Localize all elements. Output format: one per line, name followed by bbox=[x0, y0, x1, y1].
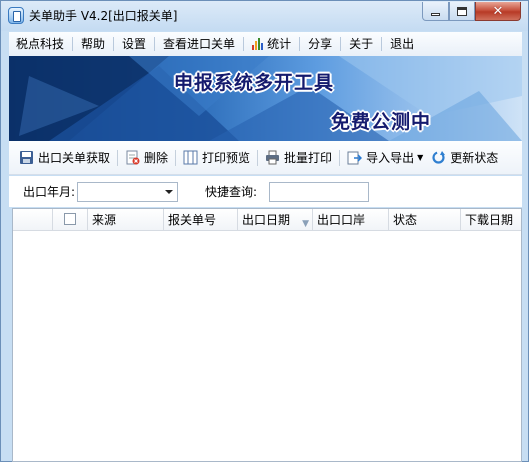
import-export-label: 导入导出 bbox=[366, 151, 415, 165]
export-month-label: 出口年月: bbox=[23, 185, 76, 199]
column-header-export-port[interactable]: 出口口岸 bbox=[313, 209, 389, 231]
promo-banner[interactable]: 申报系统多开工具 免费公测中 bbox=[9, 56, 522, 141]
refresh-icon bbox=[431, 150, 446, 165]
print-preview-button[interactable]: 打印预览 bbox=[179, 147, 254, 169]
menu-item-exit[interactable]: 退出 bbox=[383, 34, 421, 54]
import-export-icon bbox=[347, 150, 363, 165]
menu-separator bbox=[113, 37, 115, 51]
save-disk-icon bbox=[19, 150, 34, 165]
filter-icon[interactable]: ▼ bbox=[302, 213, 309, 231]
close-icon: ✕ bbox=[492, 3, 504, 19]
export-month-select[interactable] bbox=[77, 181, 179, 202]
app-icon bbox=[8, 7, 24, 24]
fetch-export-label: 出口关单获取 bbox=[38, 151, 111, 165]
maximize-button[interactable] bbox=[449, 2, 475, 21]
export-date-label: 出口日期 bbox=[242, 213, 291, 227]
bar-chart-icon bbox=[252, 38, 264, 50]
row-indicator-header bbox=[13, 209, 53, 231]
filter-bar: 出口年月: 快捷查询: bbox=[9, 176, 522, 207]
close-button[interactable]: ✕ bbox=[475, 2, 521, 21]
menu-separator bbox=[299, 37, 301, 51]
print-preview-icon bbox=[183, 150, 198, 165]
menu-item-settings[interactable]: 设置 bbox=[115, 34, 153, 54]
menu-separator bbox=[243, 37, 245, 51]
delete-button[interactable]: 删除 bbox=[121, 147, 172, 169]
title-bar[interactable]: 关单助手 V4.2[出口报关单] ✕ bbox=[1, 1, 528, 31]
menu-item-view-import[interactable]: 查看进口关单 bbox=[156, 34, 242, 54]
menu-separator bbox=[340, 37, 342, 51]
menu-item-company[interactable]: 税点科技 bbox=[9, 34, 71, 54]
menu-separator bbox=[154, 37, 156, 51]
quick-search-input[interactable] bbox=[269, 181, 370, 202]
minimize-icon bbox=[431, 12, 440, 16]
window-title: 关单助手 V4.2[出口报关单] bbox=[29, 9, 178, 23]
dropdown-caret-icon: ▼ bbox=[417, 153, 424, 162]
fetch-export-button[interactable]: 出口关单获取 bbox=[15, 147, 114, 169]
toolbar: 出口关单获取 删除 打印预览 批量打印 导入导出 ▼ 更新状态 bbox=[9, 141, 522, 175]
toolbar-separator bbox=[257, 149, 259, 166]
menu-item-statistics[interactable]: 统计 bbox=[245, 34, 298, 54]
chevron-down-icon bbox=[165, 189, 174, 194]
batch-print-button[interactable]: 批量打印 bbox=[261, 147, 336, 169]
column-header-source[interactable]: 来源 bbox=[88, 209, 164, 231]
menu-bar: 税点科技 帮助 设置 查看进口关单 统计 分享 关于 退出 bbox=[9, 32, 522, 56]
menu-item-about[interactable]: 关于 bbox=[342, 34, 380, 54]
delete-icon bbox=[125, 150, 140, 165]
toolbar-separator bbox=[117, 149, 119, 166]
menu-separator bbox=[72, 37, 74, 51]
declarations-table[interactable]: 来源 报关单号 出口日期 ▼ 出口口岸 状态 下载日期 bbox=[12, 208, 522, 462]
banner-title: 申报系统多开工具 bbox=[174, 72, 335, 94]
app-window: 关单助手 V4.2[出口报关单] ✕ 税点科技 帮助 设置 查看进口关单 统计 … bbox=[0, 0, 529, 462]
batch-print-label: 批量打印 bbox=[284, 151, 333, 165]
column-header-download-date[interactable]: 下载日期 bbox=[461, 209, 521, 231]
print-preview-label: 打印预览 bbox=[202, 151, 251, 165]
quick-search-label: 快捷查询: bbox=[205, 185, 258, 199]
table-header: 来源 报关单号 出口日期 ▼ 出口口岸 状态 下载日期 bbox=[13, 209, 521, 231]
toolbar-separator bbox=[175, 149, 177, 166]
toolbar-separator bbox=[339, 149, 341, 166]
menu-item-share[interactable]: 分享 bbox=[301, 34, 339, 54]
refresh-status-button[interactable]: 更新状态 bbox=[427, 147, 502, 169]
printer-icon bbox=[265, 150, 280, 165]
menu-item-help[interactable]: 帮助 bbox=[74, 34, 112, 54]
column-header-export-date[interactable]: 出口日期 ▼ bbox=[238, 209, 313, 231]
maximize-icon bbox=[457, 6, 467, 16]
banner-subtitle: 免费公测中 bbox=[331, 111, 432, 133]
menu-item-statistics-label: 统计 bbox=[267, 37, 292, 51]
import-export-button[interactable]: 导入导出 ▼ bbox=[343, 147, 427, 169]
select-all-column bbox=[53, 209, 88, 231]
column-header-declaration-no[interactable]: 报关单号 bbox=[164, 209, 238, 231]
delete-label: 删除 bbox=[144, 151, 169, 165]
select-all-checkbox[interactable] bbox=[64, 213, 76, 225]
minimize-button[interactable] bbox=[422, 2, 449, 21]
column-header-status[interactable]: 状态 bbox=[389, 209, 461, 231]
menu-separator bbox=[381, 37, 383, 51]
refresh-status-label: 更新状态 bbox=[450, 151, 499, 165]
